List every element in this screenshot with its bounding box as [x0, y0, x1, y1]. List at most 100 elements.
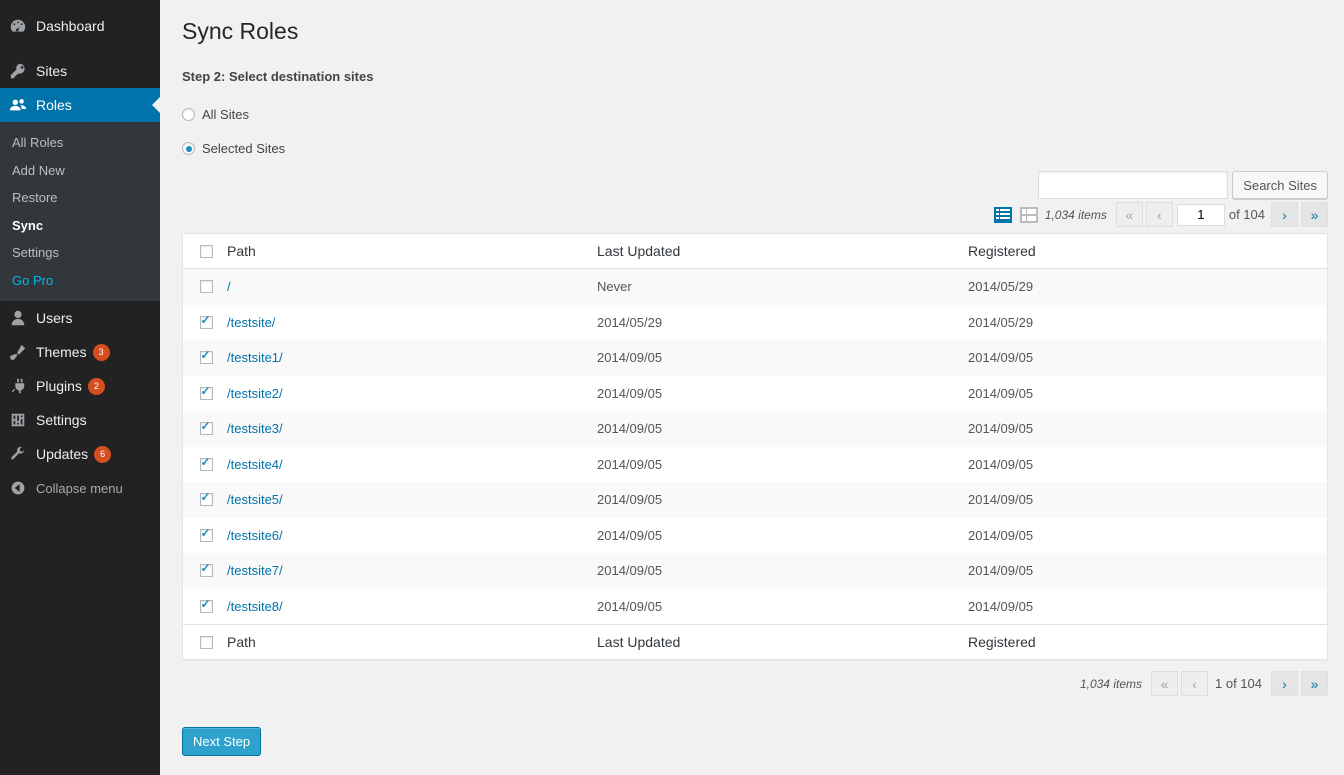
users-icon [0, 309, 36, 327]
menu-item-updates[interactable]: Updates 6 [0, 437, 160, 471]
menu-item-themes[interactable]: Themes 3 [0, 335, 160, 369]
themes-icon [0, 343, 36, 361]
site-path-link[interactable]: /testsite5/ [227, 492, 283, 507]
submenu-settings[interactable]: Settings [0, 239, 160, 267]
last-page-button-bottom[interactable]: » [1301, 671, 1328, 696]
select-all-checkbox-footer[interactable] [199, 635, 213, 649]
menu-item-dashboard[interactable]: Dashboard [0, 9, 160, 43]
next-step-button[interactable]: Next Step [182, 727, 262, 756]
page-title: Sync Roles [182, 18, 299, 44]
last-updated-cell: 2014/09/05 [597, 492, 663, 508]
table-row: / Never 2014/05/29 [183, 269, 1327, 305]
collapse-arrow-icon [0, 480, 36, 496]
search-box: Search Sites [1038, 171, 1328, 199]
last-updated-cell: 2014/09/05 [597, 527, 663, 543]
prev-page-button[interactable]: ‹ [1145, 202, 1173, 227]
radio-all-sites-row[interactable]: All Sites [182, 107, 249, 122]
row-checkbox[interactable] [199, 348, 213, 365]
row-checkbox[interactable] [199, 280, 213, 294]
menu-item-users[interactable]: Users [0, 301, 160, 335]
last-updated-cell: Never [597, 279, 632, 295]
settings-icon [0, 411, 36, 429]
table-row: /testsite7/2014/09/05 2014/09/05 [183, 553, 1327, 589]
column-header-path[interactable]: Path [227, 243, 597, 259]
first-page-button[interactable]: « [1115, 202, 1143, 227]
radio-selected-sites[interactable] [182, 142, 195, 155]
themes-update-badge: 3 [92, 343, 110, 361]
select-all-checkbox[interactable] [199, 244, 213, 258]
bottom-pagination: 1,034 items « ‹ 1 of 104 › » [1080, 671, 1328, 696]
sites-icon [0, 62, 36, 80]
menu-item-roles[interactable]: Roles [0, 88, 160, 122]
radio-all-sites-label: All Sites [202, 107, 249, 122]
menu-label: Dashboard [36, 18, 105, 34]
column-header-registered[interactable]: Registered [968, 243, 1327, 259]
prev-page-button-bottom[interactable]: ‹ [1181, 671, 1208, 696]
first-page-button-bottom[interactable]: « [1151, 671, 1178, 696]
registered-cell: 2014/09/05 [968, 492, 1034, 508]
menu-item-settings[interactable]: Settings [0, 403, 160, 437]
site-path-link[interactable]: /testsite1/ [227, 350, 283, 365]
step-heading: Step 2: Select destination sites [182, 69, 374, 84]
site-path-link[interactable]: /testsite3/ [227, 421, 283, 436]
site-path-link[interactable]: / [227, 279, 231, 294]
list-view-icon[interactable] [993, 205, 1013, 225]
row-checkbox[interactable] [199, 419, 213, 436]
row-checkbox[interactable] [199, 384, 213, 400]
roles-icon [0, 96, 36, 114]
submenu-add-new[interactable]: Add New [0, 157, 160, 185]
site-path-link[interactable]: /testsite/ [227, 315, 275, 330]
site-path-link[interactable]: /testsite4/ [227, 457, 283, 472]
row-checkbox[interactable] [199, 313, 213, 329]
registered-cell: 2014/09/05 [968, 421, 1034, 437]
radio-selected-sites-label: Selected Sites [202, 141, 286, 156]
collapse-menu-button[interactable]: Collapse menu [0, 471, 160, 505]
site-path-link[interactable]: /testsite2/ [227, 386, 283, 401]
last-updated-cell: 2014/09/05 [597, 421, 663, 437]
search-sites-input[interactable] [1038, 171, 1229, 199]
row-checkbox[interactable] [199, 561, 213, 578]
row-checkbox[interactable] [199, 455, 213, 471]
registered-cell: 2014/09/05 [968, 350, 1034, 366]
column-header-last-updated[interactable]: Last Updated [597, 243, 968, 259]
row-checkbox[interactable] [199, 526, 213, 542]
column-footer-last-updated[interactable]: Last Updated [597, 634, 968, 650]
table-footer: Path Last Updated Registered [183, 624, 1327, 659]
radio-all-sites[interactable] [182, 108, 195, 121]
registered-cell: 2014/09/05 [968, 598, 1034, 614]
search-sites-button[interactable]: Search Sites [1232, 171, 1328, 199]
registered-cell: 2014/09/05 [968, 527, 1034, 543]
registered-cell: 2014/09/05 [968, 456, 1034, 472]
roles-submenu: All Roles Add New Restore Sync Settings … [0, 122, 160, 301]
submenu-all-roles[interactable]: All Roles [0, 129, 160, 157]
page-of-total-bottom: 1 of 104 [1215, 676, 1262, 691]
table-row: /testsite3/2014/09/05 2014/09/05 [183, 411, 1327, 447]
plugins-update-badge: 2 [87, 377, 105, 395]
table-row: /testsite2/2014/09/05 2014/09/05 [183, 376, 1327, 412]
next-page-button-bottom[interactable]: › [1271, 671, 1298, 696]
submenu-go-pro[interactable]: Go Pro [0, 267, 160, 295]
excerpt-view-icon[interactable] [1019, 205, 1039, 225]
submenu-sync[interactable]: Sync [0, 212, 160, 240]
last-updated-cell: 2014/09/05 [597, 350, 663, 366]
site-path-link[interactable]: /testsite8/ [227, 599, 283, 614]
menu-item-sites[interactable]: Sites [0, 54, 160, 88]
last-page-button[interactable]: » [1301, 202, 1328, 227]
last-updated-cell: 2014/09/05 [597, 598, 663, 614]
column-footer-registered[interactable]: Registered [968, 634, 1327, 650]
current-page-input[interactable] [1176, 203, 1225, 226]
table-row: /testsite8/2014/09/05 2014/09/05 [183, 589, 1327, 625]
column-footer-path[interactable]: Path [227, 634, 597, 650]
table-body: / Never 2014/05/29/testsite/2014/05/29 2014… [183, 269, 1327, 624]
site-path-link[interactable]: /testsite6/ [227, 528, 283, 543]
radio-selected-sites-row[interactable]: Selected Sites [182, 141, 285, 156]
next-page-button[interactable]: › [1271, 202, 1298, 227]
submenu-restore[interactable]: Restore [0, 184, 160, 212]
row-checkbox[interactable] [199, 597, 213, 613]
menu-item-plugins[interactable]: Plugins 2 [0, 369, 160, 403]
site-path-link[interactable]: /testsite7/ [227, 563, 283, 578]
row-checkbox[interactable] [199, 490, 213, 507]
sites-table: Path Last Updated Registered / Never 2014/… [182, 233, 1328, 660]
updates-badge: 6 [94, 445, 112, 463]
registered-cell: 2014/05/29 [968, 279, 1034, 295]
